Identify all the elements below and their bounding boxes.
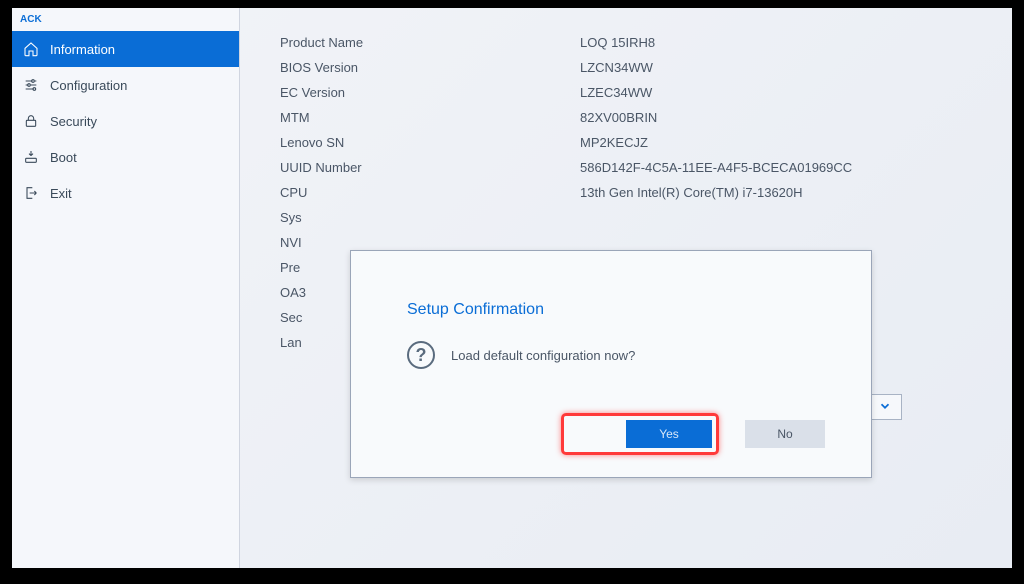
dialog-title: Setup Confirmation (407, 301, 815, 319)
sidebar-item-boot[interactable]: Boot (12, 139, 239, 175)
info-label: BIOS Version (280, 60, 580, 75)
info-label: Lenovo SN (280, 135, 580, 150)
exit-icon (22, 184, 40, 202)
info-label: UUID Number (280, 160, 580, 175)
question-icon: ? (407, 341, 435, 369)
sidebar-item-label: Security (50, 114, 97, 129)
chevron-down-icon (878, 399, 892, 416)
info-row: Product NameLOQ 15IRH8 (280, 30, 982, 55)
confirmation-dialog: Setup Confirmation ? Load default config… (350, 250, 872, 478)
info-label: EC Version (280, 85, 580, 100)
sidebar: ACK Information Configuration Security B… (12, 8, 240, 568)
back-link[interactable]: ACK (12, 8, 239, 31)
lock-icon (22, 112, 40, 130)
yes-button[interactable]: Yes (626, 420, 712, 448)
boot-icon (22, 148, 40, 166)
info-value: LZCN34WW (580, 60, 653, 75)
info-row: MTM82XV00BRIN (280, 105, 982, 130)
info-value: MP2KECJZ (580, 135, 648, 150)
home-icon (22, 40, 40, 58)
sliders-icon (22, 76, 40, 94)
info-label: NVI (280, 235, 580, 250)
info-row: BIOS VersionLZCN34WW (280, 55, 982, 80)
info-label: Sys (280, 210, 580, 225)
sidebar-item-label: Information (50, 42, 115, 57)
sidebar-item-label: Configuration (50, 78, 127, 93)
no-button[interactable]: No (745, 420, 825, 448)
info-row: EC VersionLZEC34WW (280, 80, 982, 105)
sidebar-item-label: Exit (50, 186, 72, 201)
info-value: LZEC34WW (580, 85, 652, 100)
info-row: Sys (280, 205, 982, 230)
dialog-message: Load default configuration now? (451, 348, 635, 363)
info-value: 82XV00BRIN (580, 110, 657, 125)
info-label: CPU (280, 185, 580, 200)
sidebar-item-information[interactable]: Information (12, 31, 239, 67)
info-label: MTM (280, 110, 580, 125)
dropdown-chevron[interactable] (868, 394, 902, 420)
info-value: 13th Gen Intel(R) Core(TM) i7-13620H (580, 185, 803, 200)
info-label: Product Name (280, 35, 580, 50)
sidebar-item-exit[interactable]: Exit (12, 175, 239, 211)
sidebar-item-configuration[interactable]: Configuration (12, 67, 239, 103)
sidebar-item-label: Boot (50, 150, 77, 165)
info-row: CPU13th Gen Intel(R) Core(TM) i7-13620H (280, 180, 982, 205)
info-value: 586D142F-4C5A-11EE-A4F5-BCECA01969CC (580, 160, 852, 175)
yes-button-highlight: Yes (561, 413, 719, 455)
sidebar-item-security[interactable]: Security (12, 103, 239, 139)
info-value: LOQ 15IRH8 (580, 35, 655, 50)
info-row: UUID Number586D142F-4C5A-11EE-A4F5-BCECA… (280, 155, 982, 180)
info-row: Lenovo SNMP2KECJZ (280, 130, 982, 155)
